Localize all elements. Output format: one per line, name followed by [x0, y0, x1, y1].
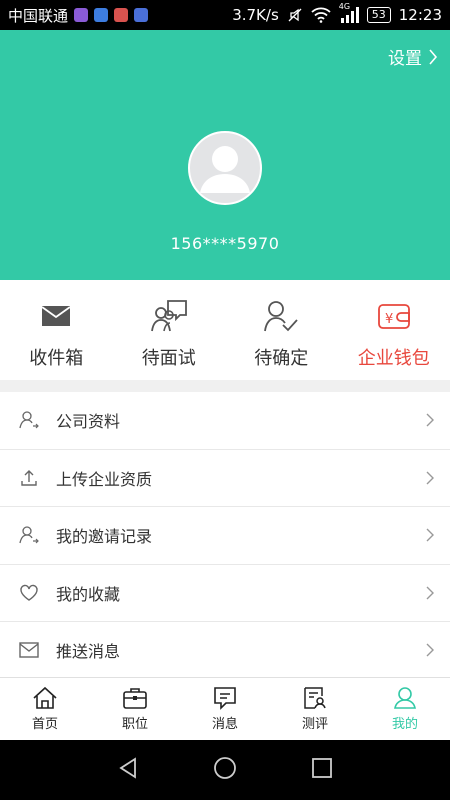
message-icon	[214, 687, 236, 710]
avatar[interactable]	[188, 131, 262, 205]
home-circle-icon	[214, 757, 236, 779]
person-check-icon	[264, 301, 298, 332]
back-button[interactable]	[117, 757, 139, 783]
default-user-icon	[200, 146, 250, 193]
notification-app-icon	[114, 8, 129, 22]
wallet-icon: ¥	[377, 304, 410, 329]
chat-person-icon	[150, 300, 187, 332]
person-icon	[19, 411, 39, 429]
chevron-right-icon	[426, 413, 434, 427]
menu-item-invitation-records[interactable]: 我的邀请记录	[0, 507, 450, 565]
recents-square-icon	[312, 758, 332, 778]
menu-item-label: 我的收藏	[56, 584, 121, 604]
nav-label: 消息	[211, 717, 238, 732]
home-icon	[33, 686, 57, 709]
chevron-right-icon	[426, 586, 434, 600]
heart-icon	[20, 584, 38, 601]
menu-item-push-messages[interactable]: 推送消息	[0, 622, 450, 677]
nav-label: 测评	[301, 717, 328, 732]
pending-confirm-label: 待确定	[254, 348, 309, 369]
home-system-button[interactable]	[213, 756, 237, 784]
menu-item-label: 公司资料	[56, 412, 121, 432]
company-wallet-label: 企业钱包	[357, 348, 430, 369]
nav-profile[interactable]: 我的	[360, 678, 450, 740]
chevron-right-icon	[426, 643, 434, 657]
chevron-right-icon	[426, 528, 434, 542]
menu-item-company-info[interactable]: 公司资料	[0, 392, 450, 450]
network-type-label: 4G	[338, 2, 351, 11]
pending-confirm-button[interactable]: 待确定	[225, 280, 338, 380]
assessment-icon	[304, 687, 326, 709]
notification-app-icon	[94, 8, 109, 22]
nav-assessment[interactable]: 测评	[270, 678, 360, 740]
carrier-name: 中国联通	[8, 6, 69, 25]
battery-indicator: 53	[366, 7, 391, 23]
nav-jobs[interactable]: 职位	[90, 678, 180, 740]
envelope-icon	[41, 306, 71, 326]
pending-interview-label: 待面试	[141, 348, 196, 369]
inbox-button[interactable]: 收件箱	[0, 280, 113, 380]
system-nav-bar	[0, 740, 450, 800]
notification-app-icon	[134, 8, 149, 22]
back-triangle-icon	[119, 757, 136, 779]
settings-label: 设置	[388, 49, 422, 69]
company-wallet-button[interactable]: ¥ 企业钱包	[338, 280, 450, 380]
chevron-right-icon	[426, 471, 434, 485]
pending-interview-button[interactable]: 待面试	[113, 280, 226, 380]
chevron-right-icon	[429, 48, 438, 65]
status-bar: 中国联通 3.7K/s 4G 53 12:23	[0, 0, 450, 30]
nav-label: 首页	[31, 717, 58, 732]
menu-item-label: 我的邀请记录	[56, 527, 153, 547]
inbox-label: 收件箱	[29, 348, 84, 369]
quick-actions: 收件箱 待面试 待确定 ¥ 企业钱包	[0, 280, 450, 380]
briefcase-icon	[123, 688, 147, 709]
settings-menu: 公司资料 上传企业资质 我的邀请记录 我的收藏 推送消息	[0, 392, 450, 677]
nav-home[interactable]: 首页	[0, 678, 90, 740]
person-icon	[19, 526, 39, 544]
bottom-nav: 首页 职位 消息 测评 我的	[0, 677, 450, 740]
notification-app-icon	[74, 8, 89, 22]
nav-messages[interactable]: 消息	[180, 678, 270, 740]
wifi-icon	[311, 7, 331, 23]
profile-icon	[394, 687, 416, 709]
upload-icon	[21, 469, 37, 486]
menu-item-favorites[interactable]: 我的收藏	[0, 565, 450, 622]
settings-button[interactable]: 设置	[388, 44, 438, 69]
menu-item-label: 推送消息	[56, 642, 121, 662]
network-speed: 3.7K/s	[232, 6, 279, 24]
section-divider	[0, 380, 450, 392]
mute-icon	[288, 8, 302, 22]
menu-item-upload-qualification[interactable]: 上传企业资质	[0, 450, 450, 507]
clock: 12:23	[398, 6, 442, 24]
nav-label: 职位	[121, 717, 148, 732]
recents-button[interactable]	[311, 757, 333, 783]
nav-label: 我的	[391, 717, 418, 732]
mail-icon	[19, 642, 39, 658]
phone-number: 156****5970	[170, 234, 280, 253]
profile-header: 设置 156****5970	[0, 30, 450, 280]
menu-item-label: 上传企业资质	[56, 469, 153, 489]
svg-text:¥: ¥	[385, 312, 393, 327]
